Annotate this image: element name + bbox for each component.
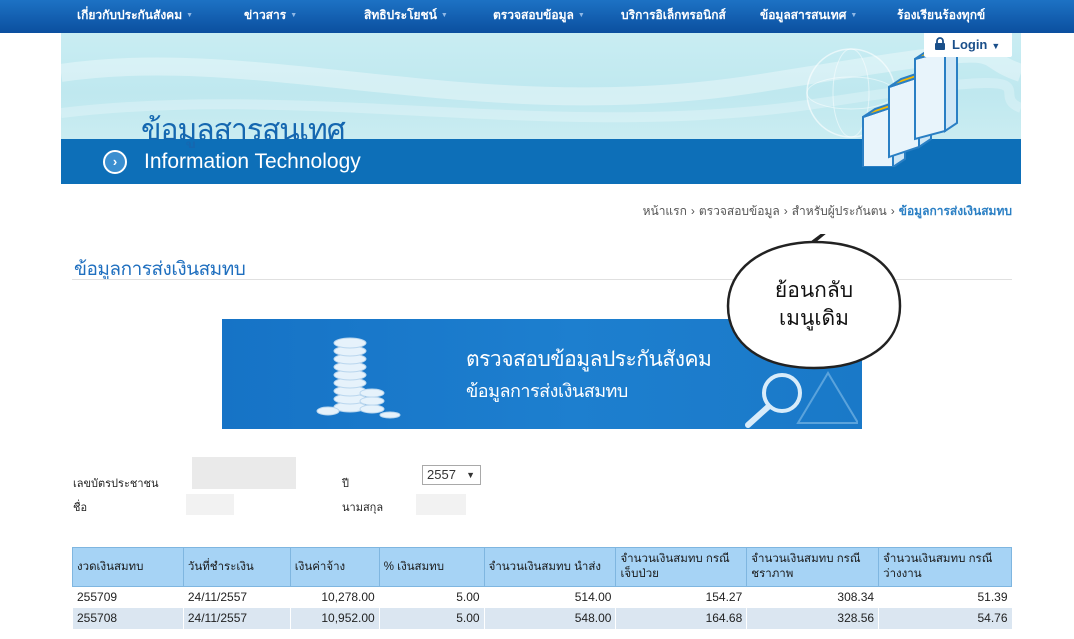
cell-payment-date: 24/11/2557 (182, 586, 291, 608)
login-button[interactable]: Login ▼ (924, 33, 1012, 57)
nav-item-complaints[interactable]: ร้องเรียนร้องทุกข์ (897, 0, 985, 33)
nav-item-label: เกี่ยวกับประกันสังคม (77, 8, 183, 22)
circle-arrow-right-icon: › (103, 150, 127, 174)
nav-item-label: ข้อมูลสารสนเทศ (760, 8, 847, 22)
chevron-down-icon: ▼ (290, 12, 298, 19)
nav-item-about[interactable]: เกี่ยวกับประกันสังคม ▼ (77, 0, 193, 33)
cell-wage: 10,952.00 (289, 607, 380, 629)
cell-period: 255708 (72, 607, 184, 629)
cell-unemployment: 51.39 (878, 586, 1012, 608)
chevron-down-icon: ▼ (850, 12, 858, 19)
breadcrumb: หน้าแรก › ตรวจสอบข้อมูล › สำหรับผู้ประกันตน ›… (643, 202, 1012, 221)
promo-line1: ตรวจสอบข้อมูลประกันสังคม (466, 347, 712, 371)
magnifier-icon (745, 371, 858, 428)
year-select-value: 2557 (427, 467, 456, 482)
breadcrumb-separator: › (890, 204, 895, 218)
header-banner: ข้อมูลสารสนเทศ › Information Technology (61, 33, 1021, 184)
col-header-pension: จำนวนเงินสมทบ กรณีชราภาพ (746, 547, 880, 587)
breadcrumb-separator: › (783, 204, 788, 218)
breadcrumb-insured[interactable]: สำหรับผู้ประกันตน (792, 204, 887, 218)
nav-item-label: ร้องเรียนร้องทุกข์ (897, 8, 986, 22)
name-value-redacted (186, 494, 234, 515)
nav-item-it-info[interactable]: ข้อมูลสารสนเทศ ▼ (760, 0, 857, 33)
cell-total: 514.00 (483, 586, 616, 608)
cell-unemployment: 54.76 (878, 607, 1012, 629)
nav-item-check-info[interactable]: ตรวจสอบข้อมูล ▼ (493, 0, 585, 33)
bubble-line1: ย้อนกลับ (774, 278, 854, 302)
cell-sickness: 164.68 (615, 607, 747, 629)
col-header-sickness: จำนวนเงินสมทบ กรณีเจ็บป่วย (615, 547, 748, 587)
breadcrumb-home[interactable]: หน้าแรก (643, 204, 687, 218)
nav-item-label: สิทธิประโยชน์ (364, 8, 437, 22)
back-to-menu-button[interactable]: ย้อนกลับ เมนูเดิม (726, 276, 902, 332)
year-select[interactable]: 2557 ▼ (422, 465, 481, 485)
bubble-line2: เมนูเดิม (778, 306, 850, 330)
name-label: ชื่อ (73, 502, 88, 514)
top-nav: เกี่ยวกับประกันสังคม ▼ ข่าวสาร ▼ สิทธิประโ… (0, 0, 1074, 33)
table-row: 255709 24/11/2557 10,278.00 5.00 514.00 … (72, 586, 1012, 608)
coins-graphic (316, 337, 401, 419)
col-header-wage: เงินค่าจ้าง (289, 547, 380, 587)
cell-period: 255709 (72, 586, 184, 608)
cell-pension: 308.34 (746, 586, 879, 608)
col-header-rate: % เงินสมทบ (378, 547, 485, 587)
surname-value-redacted (416, 494, 466, 515)
cell-rate: 5.00 (378, 607, 485, 629)
table-row: 255708 24/11/2557 10,952.00 5.00 548.00 … (72, 607, 1012, 629)
nav-item-label: ข่าวสาร (244, 8, 287, 22)
year-label: ปี (342, 478, 349, 490)
chevron-down-icon: ▼ (577, 12, 585, 19)
chevron-down-icon: ▼ (991, 41, 1001, 51)
cell-sickness: 154.27 (615, 586, 747, 608)
col-header-total: จำนวนเงินสมทบ นำส่ง (483, 547, 617, 587)
banner-english-title: Information Technology (144, 150, 361, 173)
promo-line2: ข้อมูลการส่งเงินสมทบ (466, 381, 628, 402)
col-header-period: งวดเงินสมทบ (72, 547, 184, 587)
col-header-payment-date: วันที่ชำระเงิน (182, 547, 291, 587)
id-label: เลขบัตรประชาชน (73, 478, 159, 490)
chevron-down-icon: ▼ (186, 12, 194, 19)
cell-rate: 5.00 (378, 586, 485, 608)
login-label: Login (952, 37, 988, 52)
chevron-down-icon: ▼ (440, 12, 448, 19)
nav-item-e-services[interactable]: บริการอิเล็กทรอนิกส์ (621, 0, 726, 33)
cell-pension: 328.56 (746, 607, 879, 629)
breadcrumb-separator: › (690, 204, 695, 218)
nav-item-label: ตรวจสอบข้อมูล (493, 8, 574, 22)
nav-item-news[interactable]: ข่าวสาร ▼ (244, 0, 297, 33)
cell-total: 548.00 (483, 607, 616, 629)
cell-wage: 10,278.00 (289, 586, 380, 608)
breadcrumb-check-info[interactable]: ตรวจสอบข้อมูล (699, 204, 780, 218)
cell-payment-date: 24/11/2557 (182, 607, 291, 629)
bar-chart-graphic (862, 47, 958, 167)
nav-item-label: บริการอิเล็กทรอนิกส์ (621, 8, 726, 22)
nav-item-benefits[interactable]: สิทธิประโยชน์ ▼ (364, 0, 448, 33)
breadcrumb-current: ข้อมูลการส่งเงินสมทบ (898, 204, 1012, 218)
table-header-row: งวดเงินสมทบ วันที่ชำระเงิน เงินค่าจ้าง %… (72, 547, 1012, 587)
banner-thai-title: ข้อมูลสารสนเทศ (141, 113, 346, 148)
surname-label: นามสกุล (342, 502, 384, 514)
id-value-redacted (192, 457, 296, 489)
col-header-unemployment: จำนวนเงินสมทบ กรณีว่างงาน (878, 547, 1012, 587)
lock-icon (935, 37, 945, 50)
chevron-down-icon: ▼ (466, 470, 475, 480)
contributions-table: งวดเงินสมทบ วันที่ชำระเงิน เงินค่าจ้าง %… (72, 547, 1012, 629)
